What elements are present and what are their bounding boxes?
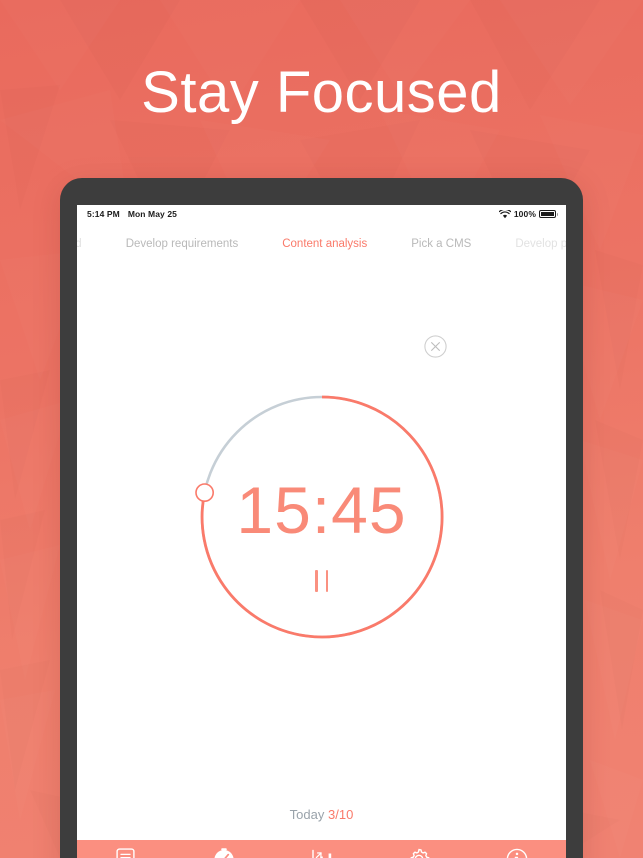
- timer-ring[interactable]: 15:45: [194, 393, 446, 641]
- tab-settings[interactable]: [370, 840, 468, 858]
- device-screen: 5:14 PM Mon May 25 100% lyd Develop requ…: [77, 205, 566, 858]
- tab-info[interactable]: [468, 840, 566, 858]
- battery-percent-label: 100%: [513, 209, 536, 219]
- project-tab-pick-a-cms[interactable]: Pick a CMS: [389, 223, 493, 265]
- tab-stats[interactable]: [273, 840, 371, 858]
- bottom-tab-bar[interactable]: [77, 840, 566, 858]
- project-tab-develop-requirements[interactable]: Develop requirements: [104, 223, 261, 265]
- today-count: 3/10: [328, 807, 354, 822]
- today-label: Today: [289, 807, 325, 822]
- tab-timer[interactable]: [175, 840, 273, 858]
- project-tab-lyd[interactable]: lyd: [77, 223, 104, 265]
- close-icon[interactable]: [424, 335, 447, 358]
- timer-icon: [214, 848, 234, 858]
- poster-canvas: Stay Focused 5:14 PM Mon May 25 100% d D…: [0, 0, 643, 858]
- bar-chart-icon: [312, 849, 332, 858]
- gear-icon: [410, 848, 430, 858]
- list-document-icon: [116, 848, 135, 858]
- info-icon: [506, 848, 528, 858]
- status-bar-right: 100%: [498, 209, 558, 219]
- project-tab-develop-project[interactable]: Develop proje: [493, 223, 566, 265]
- wifi-icon: [498, 209, 511, 218]
- pause-icon[interactable]: [305, 567, 339, 595]
- battery-icon: [539, 210, 558, 218]
- today-counter: Today 3/10: [77, 807, 566, 822]
- project-tab-strip[interactable]: lyd Develop requirements Content analysi…: [77, 223, 566, 265]
- status-bar-time: 5:14 PM: [87, 209, 120, 219]
- pause-bar-left: [315, 570, 318, 592]
- status-bar-left: 5:14 PM Mon May 25: [87, 209, 177, 219]
- tablet-device-frame: 5:14 PM Mon May 25 100% lyd Develop requ…: [60, 178, 583, 858]
- timer-remaining-value: 15:45: [236, 473, 407, 547]
- status-bar: 5:14 PM Mon May 25 100%: [77, 205, 566, 223]
- pause-bar-right: [325, 570, 328, 592]
- tab-tasks[interactable]: [77, 840, 175, 858]
- page-title: Stay Focused: [141, 60, 502, 125]
- project-tab-content-analysis[interactable]: Content analysis: [260, 223, 389, 265]
- timer-panel: 15:45: [77, 265, 566, 820]
- status-bar-date: Mon May 25: [127, 209, 178, 219]
